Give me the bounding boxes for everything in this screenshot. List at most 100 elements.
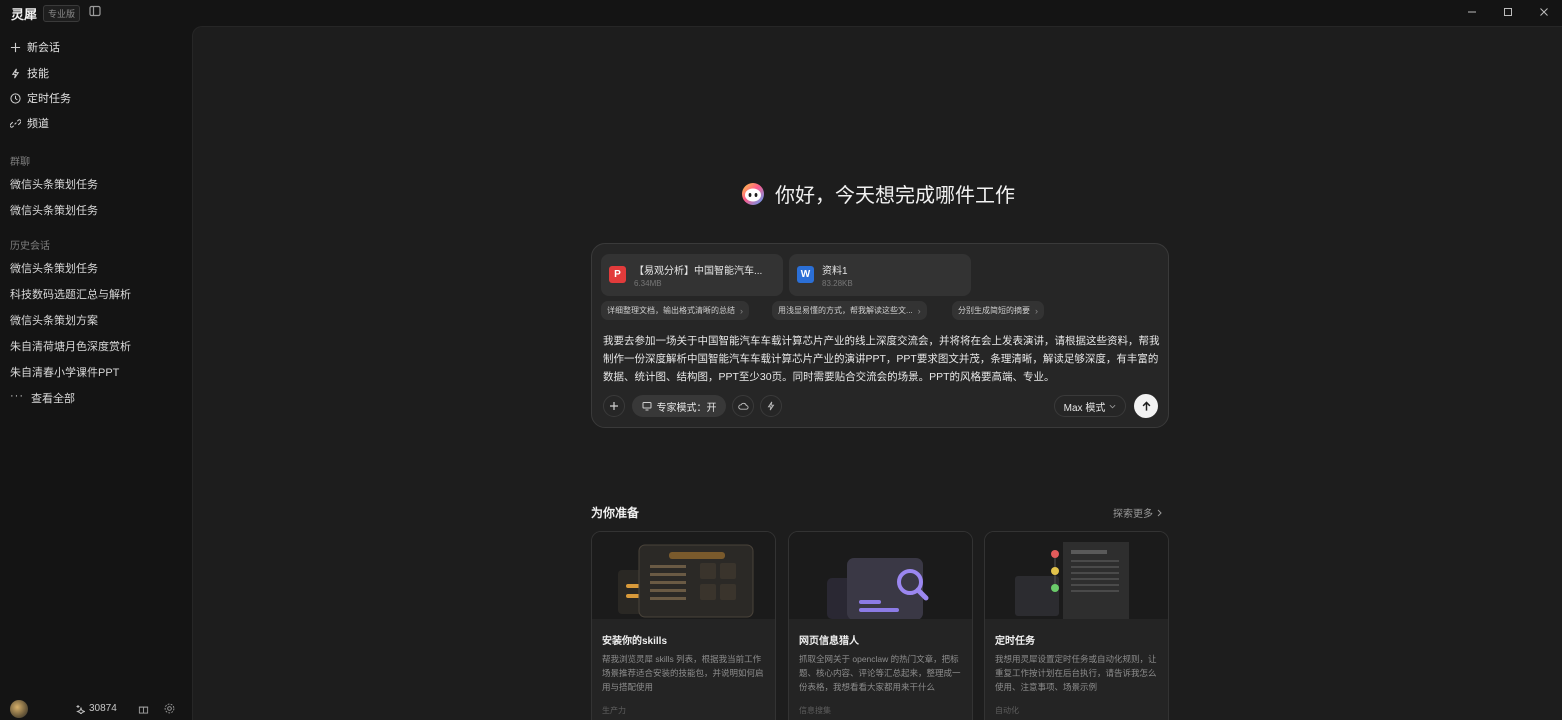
- gift-icon[interactable]: [138, 703, 149, 714]
- word-file-icon: W: [797, 266, 814, 283]
- sidebar: 新会话 技能 定时任务 频道 群聊 微信头条策划任务 微信头条策划任务 历史会话…: [0, 26, 192, 720]
- history-item[interactable]: 微信头条策划方案: [10, 312, 98, 328]
- send-button[interactable]: [1134, 394, 1158, 418]
- explore-more-link[interactable]: 探索更多: [1113, 505, 1162, 520]
- attachment-card-word[interactable]: W 资料1 83.28KB: [789, 254, 971, 296]
- sidebar-item-scheduled-tasks[interactable]: 定时任务: [10, 88, 71, 108]
- group-item[interactable]: 微信头条策划任务: [10, 202, 98, 218]
- close-button[interactable]: [1526, 0, 1562, 24]
- web-search-illustration-icon: [789, 532, 972, 619]
- skills-illustration-icon: [592, 532, 775, 619]
- sidebar-item-label: 技能: [27, 68, 49, 80]
- app-name: 灵犀: [11, 7, 38, 22]
- plus-icon: [610, 402, 618, 410]
- greeting-text: 你好，今天想完成哪件工作: [775, 185, 1015, 207]
- expert-mode-label: 专家模式：开: [656, 402, 717, 414]
- composer: P 【易观分析】中国智能汽车... 6.34MB W 资料1 83.28KB 详…: [591, 243, 1169, 428]
- main-panel: 你好，今天想完成哪件工作 P 【易观分析】中国智能汽车... 6.34MB W …: [192, 26, 1562, 720]
- card-title: 定时任务: [995, 636, 1035, 647]
- task-card[interactable]: 定时任务 我想用灵犀设置定时任务或自动化规则，让重复工作按计划在后台执行，请告诉…: [984, 531, 1169, 720]
- attachment-size: 6.34MB: [634, 279, 662, 288]
- history-section-label: 历史会话: [10, 241, 50, 252]
- card-tag: 生产力: [602, 706, 626, 715]
- chevron-right-icon: [1157, 509, 1162, 516]
- greeting: 你好，今天想完成哪件工作: [741, 179, 1015, 208]
- task-card[interactable]: 网页信息猎人 抓取全网关于 openclaw 的热门文章，把标题、核心内容、评论…: [788, 531, 973, 720]
- skill-button[interactable]: [760, 395, 782, 417]
- plus-icon: [10, 42, 21, 52]
- chevron-right-icon: ›: [917, 305, 921, 316]
- suggestion-chip[interactable]: 详细整理文档，输出格式清晰的总结 ›: [601, 301, 749, 320]
- card-description: 抓取全网关于 openclaw 的热门文章，把标题、核心内容、评论等汇总起来，整…: [799, 654, 961, 692]
- chevron-down-icon: [1109, 404, 1116, 408]
- suggestion-label: 用浅显易懂的方式，帮我解读这些文...: [778, 306, 913, 315]
- cloud-icon: [737, 402, 749, 410]
- minimize-button[interactable]: [1454, 0, 1490, 24]
- close-icon: [1540, 8, 1548, 16]
- clock-icon: [10, 92, 21, 104]
- suggestion-chip[interactable]: 分别生成简短的摘要 ›: [952, 301, 1044, 320]
- groups-section-label: 群聊: [10, 157, 30, 168]
- model-mode-label: Max 模式: [1063, 402, 1106, 414]
- view-all-label: 查看全部: [31, 393, 75, 405]
- points-counter[interactable]: 30874: [75, 703, 117, 714]
- add-attachment-button[interactable]: [603, 395, 625, 417]
- card-tag: 信息搜集: [799, 706, 831, 715]
- minimize-icon: [1468, 11, 1476, 13]
- suggestion-chip[interactable]: 用浅显易懂的方式，帮我解读这些文... ›: [772, 301, 927, 320]
- attachment-name: 【易观分析】中国智能汽车...: [634, 266, 763, 277]
- explore-more-label: 探索更多: [1113, 509, 1153, 520]
- settings-icon[interactable]: [164, 703, 175, 714]
- suggestion-label: 详细整理文档，输出格式清晰的总结: [607, 306, 735, 315]
- sidebar-item-label: 新会话: [27, 42, 60, 54]
- expert-mode-toggle[interactable]: 专家模式：开: [632, 395, 726, 417]
- card-description: 帮我浏览灵犀 skills 列表，根据我当前工作场景推荐适合安装的技能包，并说明…: [602, 654, 764, 692]
- avatar[interactable]: [10, 700, 28, 718]
- suggestion-label: 分别生成简短的摘要: [958, 306, 1030, 315]
- sidebar-item-skills[interactable]: 技能: [10, 63, 49, 83]
- window-controls: [1454, 0, 1562, 24]
- assistant-logo-icon: [742, 182, 764, 205]
- chevron-right-icon: ›: [1035, 305, 1038, 316]
- arrow-up-icon: [1142, 400, 1150, 411]
- history-item[interactable]: 朱自清荷塘月色深度赏析: [10, 338, 131, 354]
- lightning-icon: [11, 68, 20, 78]
- group-item[interactable]: 微信头条策划任务: [10, 176, 98, 192]
- monitor-icon: [642, 402, 651, 411]
- section-title: 为你准备: [591, 506, 640, 520]
- model-mode-select[interactable]: Max 模式: [1054, 395, 1126, 417]
- history-item[interactable]: 朱自清春小学课件PPT: [10, 364, 119, 380]
- history-item[interactable]: 微信头条策划任务: [10, 260, 98, 276]
- task-card[interactable]: 安装你的skills 帮我浏览灵犀 skills 列表，根据我当前工作场景推荐适…: [591, 531, 776, 720]
- maximize-icon: [1504, 8, 1512, 16]
- sparkle-icon: [76, 704, 85, 714]
- sidebar-footer: 30874: [0, 700, 192, 720]
- cloud-button[interactable]: [732, 395, 754, 417]
- lightning-icon: [767, 401, 775, 411]
- prompt-input[interactable]: 我要去参加一场关于中国智能汽车车载计算芯片产业的线上深度交流会，并将将在会上发表…: [603, 332, 1163, 386]
- title-bar: 灵犀 专业版: [0, 0, 1562, 26]
- sidebar-item-label: 定时任务: [27, 93, 71, 105]
- maximize-button[interactable]: [1490, 0, 1526, 24]
- view-all-link[interactable]: ··· 查看全部: [10, 390, 75, 406]
- history-item[interactable]: 科技数码选题汇总与解析: [10, 286, 131, 302]
- card-title: 网页信息猎人: [799, 636, 859, 647]
- sidebar-item-channels[interactable]: 频道: [10, 113, 49, 133]
- more-icon: ···: [10, 390, 24, 402]
- scheduled-task-illustration-icon: [985, 532, 1168, 619]
- points-value: 30874: [89, 703, 117, 714]
- sidebar-toggle-icon[interactable]: [89, 5, 101, 17]
- chevron-right-icon: ›: [740, 305, 743, 316]
- brand: 灵犀 专业版: [11, 4, 81, 23]
- app-window: 灵犀 专业版 新会话 技能 定时任务 频道 群聊 微信头条策划任务 微信头条策划…: [0, 0, 1562, 720]
- edition-badge: 专业版: [43, 5, 81, 22]
- card-tag: 自动化: [995, 706, 1019, 715]
- pdf-file-icon: P: [609, 266, 626, 283]
- sidebar-item-label: 频道: [27, 118, 49, 130]
- attachment-size: 83.28KB: [822, 279, 853, 288]
- card-title: 安装你的skills: [602, 636, 668, 647]
- card-description: 我想用灵犀设置定时任务或自动化规则，让重复工作按计划在后台执行，请告诉我怎么使用…: [995, 654, 1157, 692]
- attachment-card-pdf[interactable]: P 【易观分析】中国智能汽车... 6.34MB: [601, 254, 783, 296]
- attachment-name: 资料1: [822, 266, 848, 277]
- sidebar-item-new-chat[interactable]: 新会话: [10, 37, 60, 57]
